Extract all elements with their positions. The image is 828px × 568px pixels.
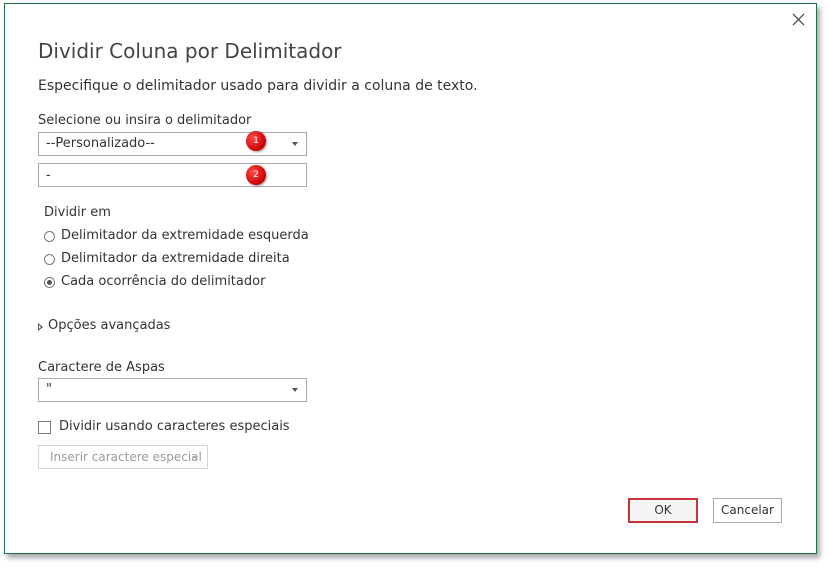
custom-delimiter-input[interactable] xyxy=(38,163,307,187)
delimiter-label: Selecione ou insira o delimitador xyxy=(38,113,252,128)
close-icon xyxy=(792,13,805,26)
quote-char-select-value: " xyxy=(46,382,52,397)
chevron-down-icon xyxy=(192,456,198,459)
dialog-subtitle: Especifique o delimitador usado para div… xyxy=(38,78,478,94)
advanced-options-label: Opções avançadas xyxy=(48,318,171,333)
annotation-marker-2: 2 xyxy=(246,165,266,185)
dialog-title: Dividir Coluna por Delimitador xyxy=(38,39,342,63)
chevron-down-icon xyxy=(292,388,298,392)
insert-special-char-label: Inserir caractere especial xyxy=(50,450,202,464)
delimiter-select-value: --Personalizado-- xyxy=(46,136,155,151)
ok-button[interactable]: OK xyxy=(628,498,698,523)
expand-triangle-icon xyxy=(38,323,43,331)
split-at-label: Dividir em xyxy=(44,205,111,220)
radio-button-checked xyxy=(44,277,55,288)
insert-special-char-button[interactable]: Inserir caractere especial xyxy=(38,445,208,469)
quote-char-select[interactable]: " xyxy=(38,378,307,402)
special-chars-label: Dividir usando caracteres especiais xyxy=(59,419,290,434)
radio-button xyxy=(44,231,55,242)
annotation-marker-1: 1 xyxy=(246,131,266,151)
radio-label: Delimitador da extremidade direita xyxy=(61,251,290,266)
close-button[interactable] xyxy=(789,10,809,30)
special-chars-checkbox[interactable] xyxy=(38,421,51,434)
radio-button xyxy=(44,254,55,265)
delimiter-select[interactable]: --Personalizado-- xyxy=(38,132,307,156)
chevron-down-icon xyxy=(292,142,298,146)
cancel-button[interactable]: Cancelar xyxy=(713,498,782,523)
quote-char-label: Caractere de Aspas xyxy=(38,360,165,375)
radio-label: Cada ocorrência do delimitador xyxy=(61,274,266,289)
radio-label: Delimitador da extremidade esquerda xyxy=(61,228,309,243)
split-column-dialog: Dividir Coluna por Delimitador Especifiq… xyxy=(4,3,817,554)
